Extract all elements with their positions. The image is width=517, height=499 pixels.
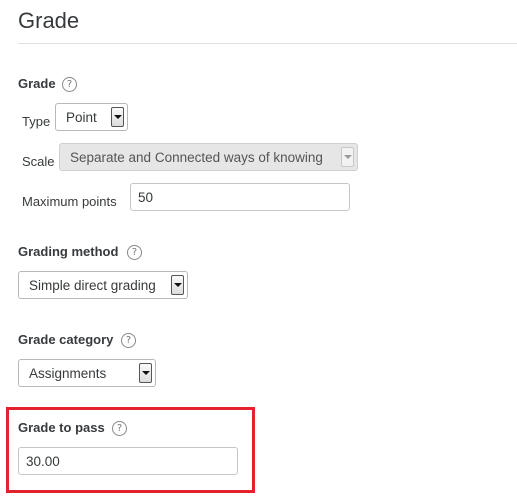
grade-to-pass-value: 30.00 [26, 454, 60, 469]
grade-scale-value: Separate and Connected ways of knowing [70, 150, 323, 165]
grade-settings-page: Grade Grade ? Type Point Scale Separate … [0, 0, 517, 499]
grade-scale-select: Separate and Connected ways of knowing [59, 143, 358, 171]
section-divider [18, 43, 517, 44]
question-circle-icon[interactable]: ? [112, 421, 127, 436]
chevron-down-icon [111, 107, 124, 127]
grade-to-pass-label: Grade to pass [18, 420, 105, 435]
section-title: Grade [18, 8, 80, 33]
grade-category-select[interactable]: Assignments [18, 359, 156, 387]
chevron-down-icon [171, 275, 184, 295]
maximum-points-label: Maximum points [22, 194, 117, 209]
type-label: Type [22, 114, 51, 129]
grading-method-value: Simple direct grading [29, 278, 156, 293]
maximum-points-value: 50 [138, 190, 154, 205]
question-circle-icon[interactable]: ? [62, 77, 77, 92]
grading-method-label: Grading method [18, 244, 119, 259]
grade-category-label: Grade category [18, 332, 114, 347]
grading-method-select[interactable]: Simple direct grading [18, 271, 188, 299]
grade-label: Grade [18, 76, 56, 91]
grade-type-select[interactable]: Point [55, 103, 128, 131]
question-circle-icon[interactable]: ? [121, 333, 136, 348]
grade-to-pass-input[interactable]: 30.00 [18, 447, 238, 475]
grade-type-value: Point [66, 110, 97, 125]
scale-label: Scale [22, 154, 55, 169]
chevron-down-icon [341, 147, 354, 167]
grade-category-value: Assignments [29, 366, 107, 381]
chevron-down-icon [139, 363, 152, 383]
question-circle-icon[interactable]: ? [127, 245, 142, 260]
maximum-points-input[interactable]: 50 [130, 183, 350, 211]
